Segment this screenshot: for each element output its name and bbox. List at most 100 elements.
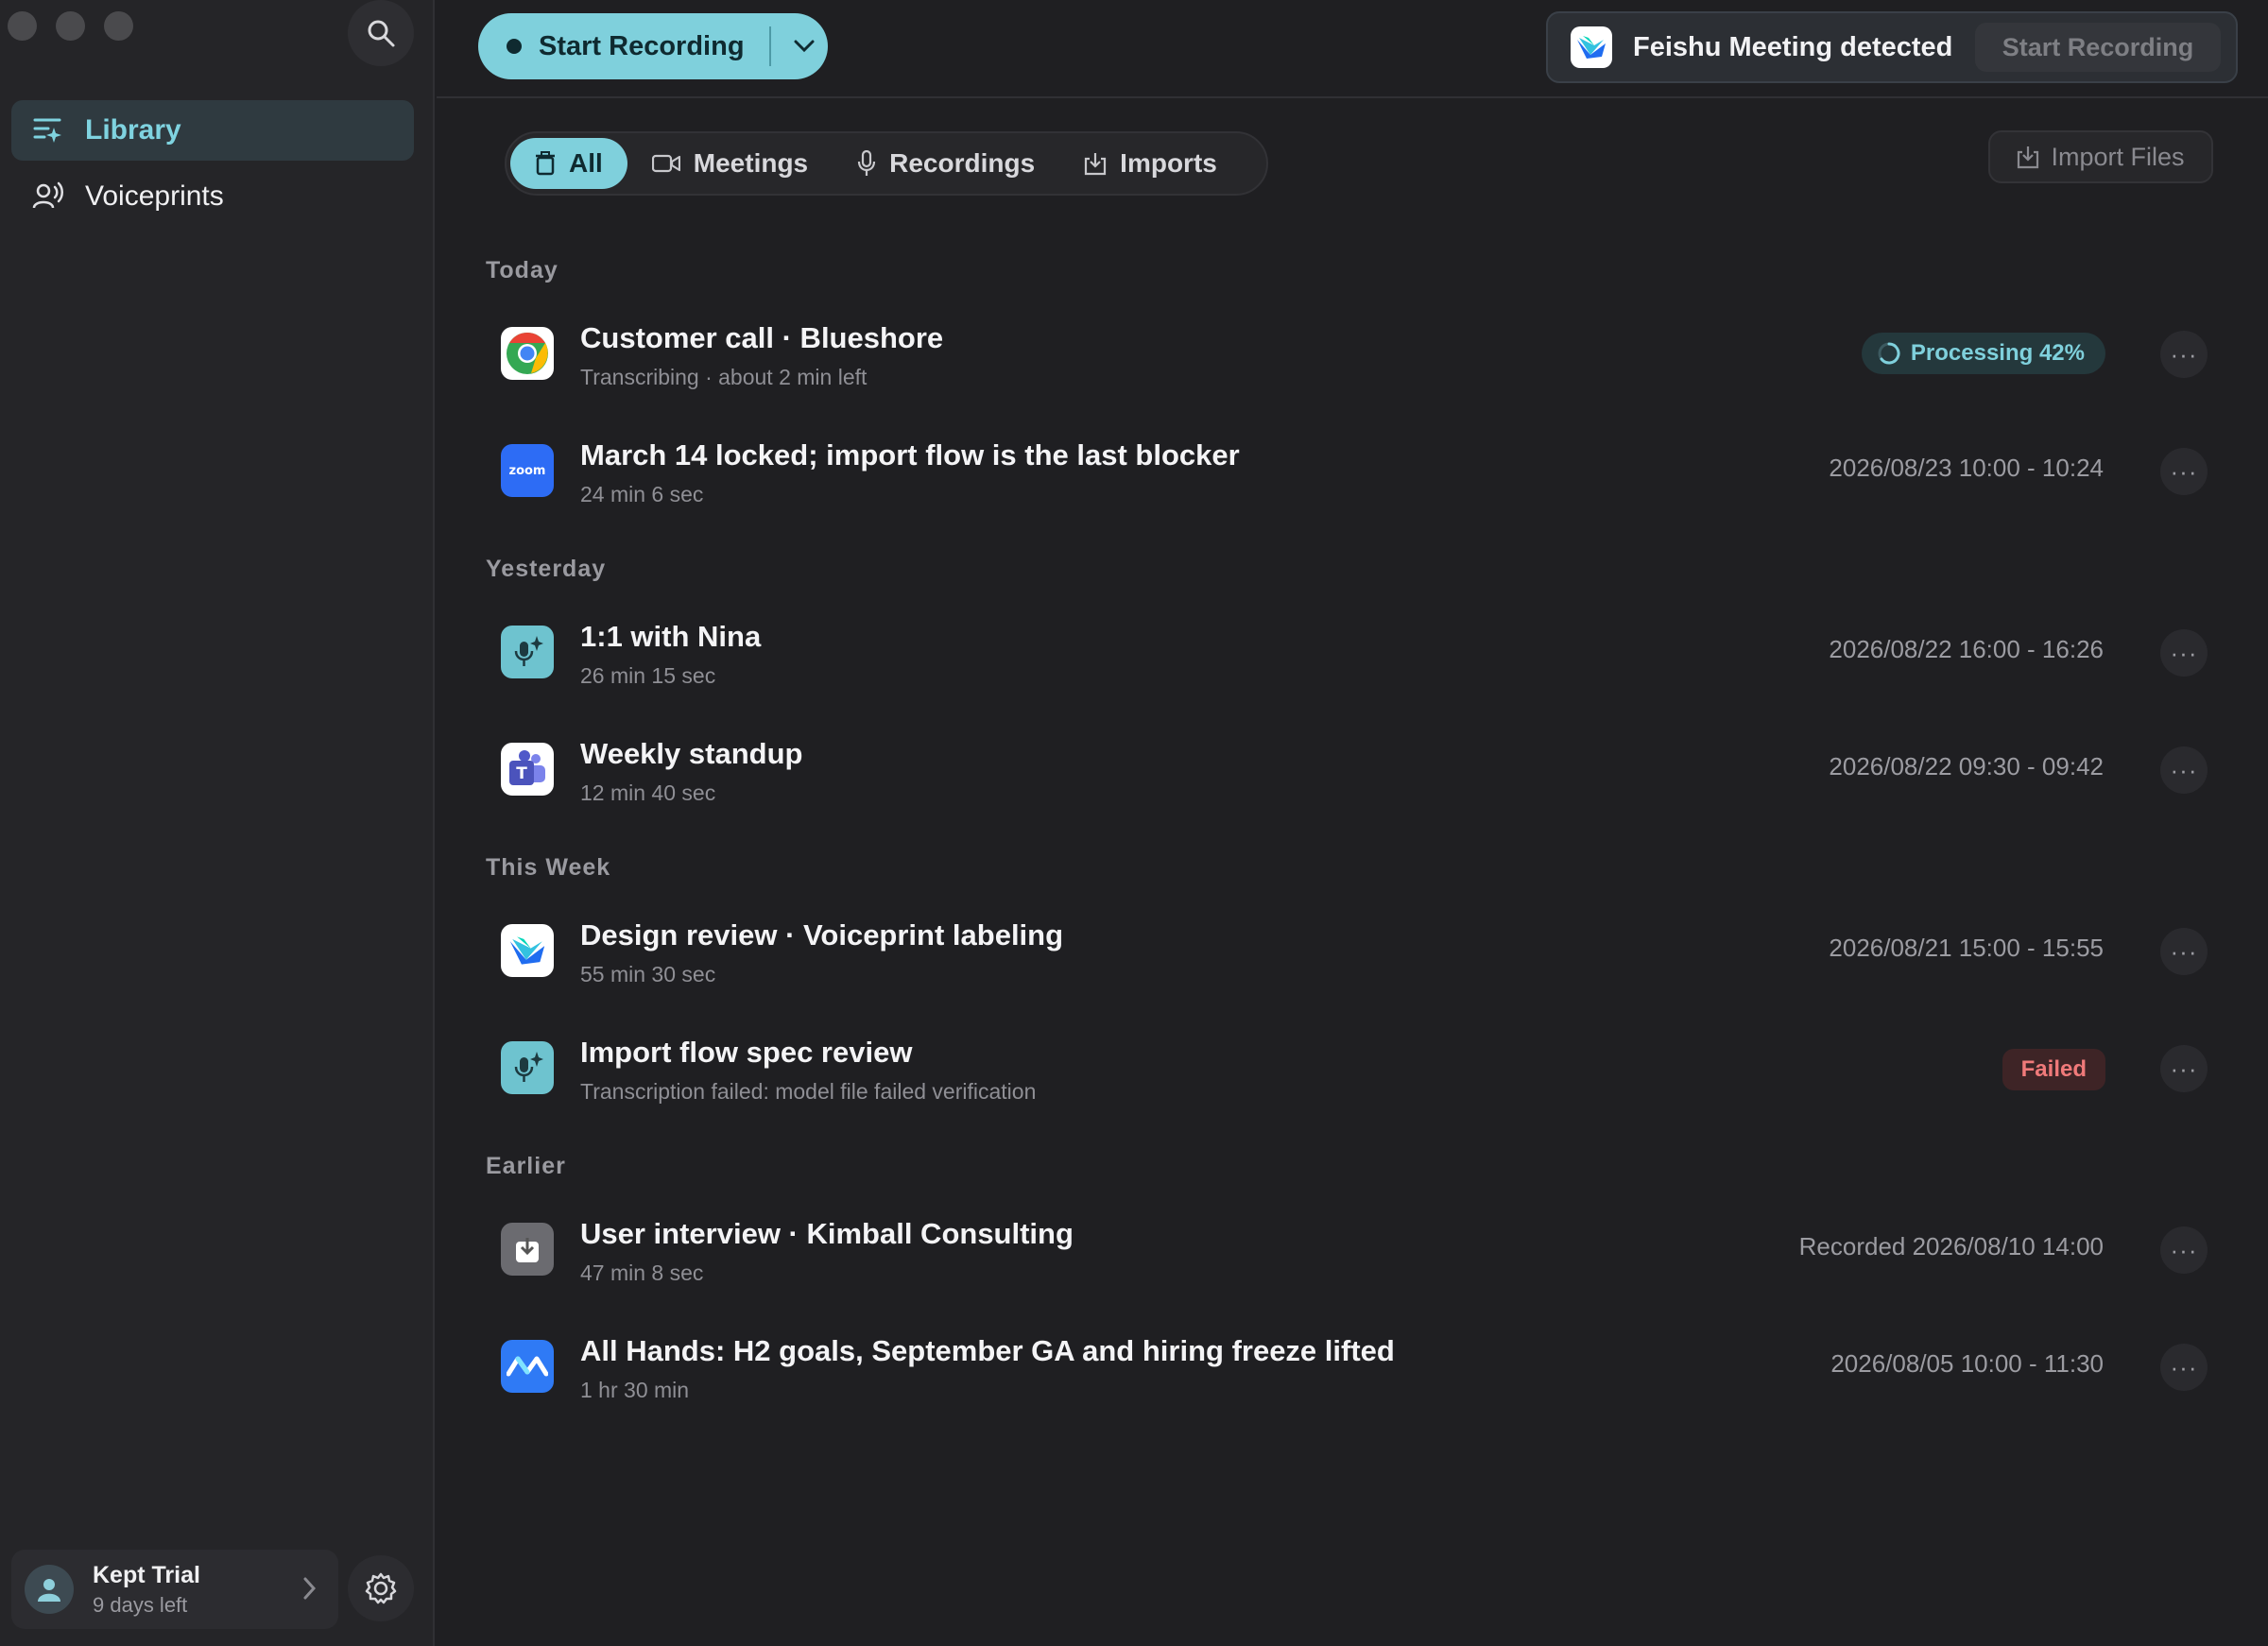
chevron-down-icon bbox=[794, 40, 815, 53]
tab-label: Recordings bbox=[889, 148, 1036, 178]
library-icon bbox=[32, 114, 64, 146]
list-item[interactable]: zoom March 14 locked; import flow is the… bbox=[486, 418, 2226, 531]
sidebar-item-library[interactable]: Library bbox=[11, 100, 414, 161]
item-date-range: Recorded 2026/08/10 14:00 bbox=[1798, 1232, 2104, 1260]
more-options-button[interactable]: ··· bbox=[2160, 746, 2208, 794]
trial-account-button[interactable]: Kept Trial 9 days left bbox=[11, 1550, 338, 1629]
sidebar-item-label: Library bbox=[85, 114, 181, 146]
voiceprint-icon bbox=[32, 180, 64, 213]
list-item[interactable]: 1:1 with Nina 26 min 15 sec 2026/08/22 1… bbox=[486, 599, 2226, 712]
section-header: Yesterday bbox=[486, 556, 607, 582]
feishu-icon bbox=[501, 924, 554, 977]
item-title: Customer call · Blueshore bbox=[580, 321, 944, 354]
more-options-button[interactable]: ··· bbox=[2160, 1226, 2208, 1274]
video-icon bbox=[651, 154, 680, 173]
import-files-button[interactable]: Import Files bbox=[1988, 130, 2213, 183]
search-button[interactable] bbox=[348, 0, 414, 66]
settings-button[interactable] bbox=[348, 1555, 414, 1621]
teams-icon: T bbox=[501, 743, 554, 796]
import-icon bbox=[2018, 146, 2039, 169]
item-subtitle: 26 min 15 sec bbox=[580, 663, 716, 688]
trash-all-icon bbox=[536, 151, 555, 176]
item-date-range: 2026/08/21 15:00 - 15:55 bbox=[1829, 934, 2104, 962]
sidebar-item-voiceprints[interactable]: Voiceprints bbox=[11, 166, 414, 227]
search-icon bbox=[368, 20, 395, 47]
item-date-range: 2026/08/22 09:30 - 09:42 bbox=[1829, 752, 2104, 780]
chevron-right-icon bbox=[303, 1577, 317, 1600]
section-header: This Week bbox=[486, 854, 611, 881]
button-divider bbox=[769, 26, 771, 66]
more-options-button[interactable]: ··· bbox=[2160, 928, 2208, 975]
tab-label: Meetings bbox=[693, 148, 809, 178]
zoom-icon: zoom bbox=[501, 444, 554, 497]
kept-mic-icon bbox=[501, 626, 554, 678]
spinner-icon bbox=[1878, 342, 1900, 365]
list-item[interactable]: All Hands: H2 goals, September GA and hi… bbox=[486, 1313, 2226, 1427]
gear-icon bbox=[365, 1572, 397, 1604]
start-recording-button[interactable]: Start Recording bbox=[478, 13, 828, 79]
list-item[interactable]: User interview · Kimball Consulting 47 m… bbox=[486, 1196, 2226, 1310]
item-subtitle: Transcribing · about 2 min left bbox=[580, 365, 868, 389]
top-bar: Start Recording Feishu Meeting detected … bbox=[437, 0, 2268, 98]
more-options-button[interactable]: ··· bbox=[2160, 448, 2208, 495]
record-dot-icon bbox=[507, 39, 522, 54]
item-subtitle: 1 hr 30 min bbox=[580, 1378, 690, 1402]
section-header: Today bbox=[486, 257, 558, 283]
more-options-button[interactable]: ··· bbox=[2160, 1344, 2208, 1391]
tab-recordings[interactable]: Recordings bbox=[833, 138, 1059, 189]
meeting-detected-banner: Feishu Meeting detected Start Recording bbox=[1546, 11, 2238, 83]
avatar bbox=[25, 1565, 74, 1614]
list-item[interactable]: T Weekly standup 12 min 40 sec 2026/08/2… bbox=[486, 716, 2226, 830]
window-controls bbox=[8, 11, 133, 41]
trial-title: Kept Trial bbox=[93, 1561, 200, 1588]
item-subtitle: Transcription failed: model file failed … bbox=[580, 1079, 1037, 1104]
kept-mic-icon bbox=[501, 1041, 554, 1094]
item-subtitle: 55 min 30 sec bbox=[580, 962, 716, 986]
start-recording-label: Start Recording bbox=[539, 30, 745, 61]
tab-all[interactable]: All bbox=[510, 138, 627, 189]
item-title: Design review · Voiceprint labeling bbox=[580, 918, 1064, 952]
item-date-range: 2026/08/23 10:00 - 10:24 bbox=[1829, 454, 2104, 482]
tencent-meeting-icon bbox=[501, 1340, 554, 1393]
list-item[interactable]: Customer call · Blueshore Transcribing ·… bbox=[486, 300, 2226, 414]
item-title: User interview · Kimball Consulting bbox=[580, 1217, 1074, 1250]
user-icon bbox=[38, 1579, 60, 1602]
chrome-icon bbox=[501, 327, 554, 380]
zoom-window-button[interactable] bbox=[104, 11, 133, 41]
sidebar-item-label: Voiceprints bbox=[85, 180, 224, 212]
tab-meetings[interactable]: Meetings bbox=[627, 138, 833, 189]
section-header: Earlier bbox=[486, 1153, 566, 1179]
import-file-icon bbox=[501, 1223, 554, 1276]
mic-icon bbox=[858, 150, 876, 176]
item-title: Import flow spec review bbox=[580, 1036, 913, 1069]
failed-badge: Failed bbox=[2002, 1049, 2105, 1090]
item-title: All Hands: H2 goals, September GA and hi… bbox=[580, 1334, 1395, 1367]
list-item[interactable]: Import flow spec review Transcription fa… bbox=[486, 1015, 2226, 1128]
item-subtitle: 47 min 8 sec bbox=[580, 1260, 704, 1285]
more-options-button[interactable]: ··· bbox=[2160, 1045, 2208, 1092]
processing-badge: Processing 42% bbox=[1861, 333, 2105, 374]
item-title: March 14 locked; import flow is the last… bbox=[580, 438, 1240, 472]
detected-start-recording-button[interactable]: Start Recording bbox=[1975, 23, 2221, 72]
tab-label: Imports bbox=[1120, 148, 1217, 178]
svg-text:T: T bbox=[516, 764, 527, 783]
item-title: Weekly standup bbox=[580, 737, 803, 770]
processing-label: Processing 42% bbox=[1910, 340, 2085, 366]
list-item[interactable]: Design review · Voiceprint labeling 55 m… bbox=[486, 898, 2226, 1011]
tab-label: All bbox=[569, 148, 603, 178]
close-window-button[interactable] bbox=[8, 11, 37, 41]
item-subtitle: 12 min 40 sec bbox=[580, 780, 716, 805]
minimize-window-button[interactable] bbox=[56, 11, 85, 41]
trial-days-left: 9 days left bbox=[93, 1592, 188, 1617]
filter-tabs: All Meetings Recordings Imports bbox=[505, 131, 1268, 196]
more-options-button[interactable]: ··· bbox=[2160, 331, 2208, 378]
recording-options-dropdown[interactable] bbox=[781, 13, 828, 79]
feishu-icon bbox=[1571, 26, 1612, 68]
more-options-button[interactable]: ··· bbox=[2160, 629, 2208, 677]
meeting-detected-text: Feishu Meeting detected bbox=[1633, 31, 1953, 62]
item-title: 1:1 with Nina bbox=[580, 620, 762, 653]
item-subtitle: 24 min 6 sec bbox=[580, 482, 704, 506]
tab-imports[interactable]: Imports bbox=[1059, 138, 1242, 189]
import-files-label: Import Files bbox=[2051, 142, 2185, 171]
item-date-range: 2026/08/22 16:00 - 16:26 bbox=[1829, 635, 2104, 663]
